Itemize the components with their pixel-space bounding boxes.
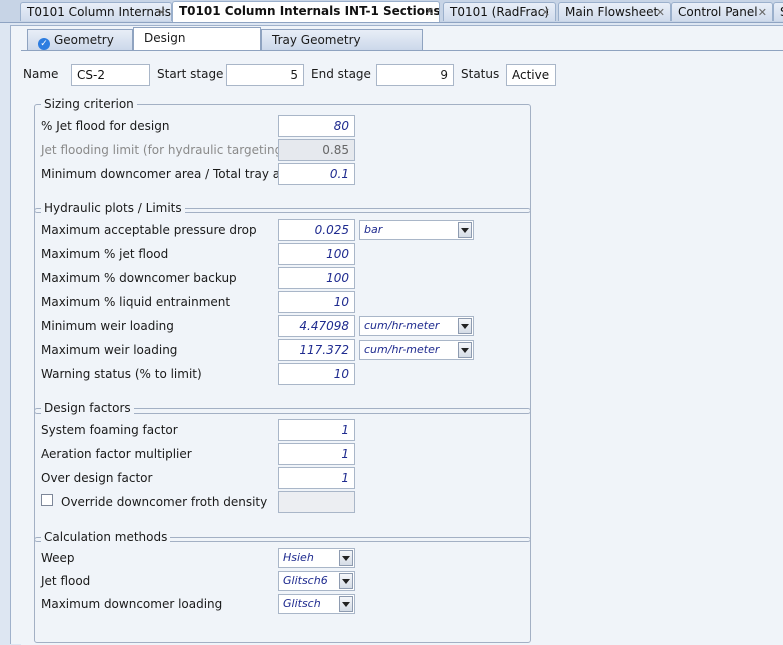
aeration-factor-field[interactable]: 1 bbox=[278, 443, 355, 465]
over-design-factor-field[interactable]: 1 bbox=[278, 467, 355, 489]
document-tab-bar: T0101 Column Internals ✕ T0101 Column In… bbox=[0, 0, 783, 23]
chevron-down-icon[interactable] bbox=[339, 596, 353, 612]
weep-label: Weep bbox=[41, 551, 75, 565]
tab-geometry[interactable]: ✓ Geometry bbox=[27, 29, 133, 51]
min-weir-loading-unit-select[interactable]: cum/hr-meter bbox=[359, 316, 474, 336]
tab-radfrac[interactable]: T0101 (RadFrac) ✕ bbox=[443, 2, 556, 21]
close-icon[interactable]: ✕ bbox=[758, 3, 767, 21]
min-downcomer-area-field[interactable]: 0.1 bbox=[278, 163, 355, 185]
max-downcomer-backup-field[interactable]: 100 bbox=[278, 267, 355, 289]
close-icon[interactable]: ✕ bbox=[541, 3, 550, 21]
jet-flood-method-label: Jet flood bbox=[41, 574, 91, 588]
group-title: Design factors bbox=[41, 401, 134, 415]
chevron-down-icon[interactable] bbox=[339, 550, 353, 566]
max-downcomer-backup-label: Maximum % downcomer backup bbox=[41, 271, 237, 285]
max-liquid-entrainment-field[interactable]: 10 bbox=[278, 291, 355, 313]
tab-control-panel[interactable]: Control Panel ✕ bbox=[671, 2, 773, 21]
chevron-down-icon[interactable] bbox=[458, 318, 472, 334]
select-value: Glitsch6 bbox=[283, 574, 328, 587]
tab-label: Geometry bbox=[54, 33, 114, 47]
system-foaming-factor-field[interactable]: 1 bbox=[278, 419, 355, 441]
max-jet-flood-field[interactable]: 100 bbox=[278, 243, 355, 265]
jet-flood-design-label: % Jet flood for design bbox=[41, 119, 170, 133]
status-label: Status bbox=[461, 67, 500, 81]
aeration-factor-label: Aeration factor multiplier bbox=[41, 447, 192, 461]
close-icon[interactable]: ✕ bbox=[157, 3, 166, 21]
unit-value: bar bbox=[364, 223, 383, 236]
tab-sections-cs2[interactable]: T0101 Column Internals INT-1 Sections CS… bbox=[172, 1, 440, 22]
jet-flood-design-field[interactable]: 80 bbox=[278, 115, 355, 137]
close-icon[interactable]: ✕ bbox=[425, 2, 434, 21]
pressure-drop-unit-select[interactable]: bar bbox=[359, 220, 474, 240]
design-parameters-content: Name CS-2 Start stage 5 End stage 9 Stat… bbox=[21, 50, 783, 645]
override-froth-density-checkbox[interactable] bbox=[41, 494, 53, 506]
end-stage-field[interactable]: 9 bbox=[376, 64, 454, 86]
status-field: Active bbox=[506, 64, 556, 86]
start-stage-field[interactable]: 5 bbox=[226, 64, 304, 86]
max-weir-loading-label: Maximum weir loading bbox=[41, 343, 178, 357]
over-design-factor-label: Over design factor bbox=[41, 471, 153, 485]
group-title: Sizing criterion bbox=[41, 97, 137, 111]
unit-value: cum/hr-meter bbox=[364, 343, 440, 356]
tab-tray-geometry-summary[interactable]: Tray Geometry Summary bbox=[261, 29, 423, 68]
min-weir-loading-field[interactable]: 4.47098 bbox=[278, 315, 355, 337]
tab-design-parameters[interactable]: Design Parameters bbox=[133, 27, 261, 66]
max-weir-loading-unit-select[interactable]: cum/hr-meter bbox=[359, 340, 474, 360]
tab-label: T0101 Column Internals INT-1 Sections CS… bbox=[179, 4, 440, 18]
tab-label: Main Flowsheet bbox=[565, 5, 659, 19]
warning-status-field[interactable]: 10 bbox=[278, 363, 355, 385]
start-stage-label: Start stage bbox=[157, 67, 224, 81]
tab-column-internals[interactable]: T0101 Column Internals ✕ bbox=[20, 2, 172, 21]
min-weir-loading-label: Minimum weir loading bbox=[41, 319, 174, 333]
jet-flooding-limit-field: 0.85 bbox=[278, 139, 355, 161]
form-panel: ✓ Geometry Design Parameters Tray Geometr… bbox=[10, 25, 783, 645]
jet-flooding-limit-label: Jet flooding limit (for hydraulic target… bbox=[41, 143, 287, 157]
max-downcomer-loading-label: Maximum downcomer loading bbox=[41, 597, 223, 611]
select-value: Hsieh bbox=[283, 551, 314, 564]
unit-value: cum/hr-meter bbox=[364, 319, 440, 332]
warning-status-label: Warning status (% to limit) bbox=[41, 367, 202, 381]
max-downcomer-loading-select[interactable]: Glitsch bbox=[278, 594, 355, 614]
close-icon[interactable]: ✕ bbox=[656, 3, 665, 21]
chevron-down-icon[interactable] bbox=[339, 573, 353, 589]
group-title: Calculation methods bbox=[41, 530, 171, 544]
max-weir-loading-field[interactable]: 117.372 bbox=[278, 339, 355, 361]
name-field[interactable]: CS-2 bbox=[71, 64, 150, 86]
chevron-down-icon[interactable] bbox=[458, 342, 472, 358]
override-froth-density-label: Override downcomer froth density bbox=[61, 495, 268, 509]
weep-method-select[interactable]: Hsieh bbox=[278, 548, 355, 568]
tab-label: T0101 (RadFrac) bbox=[450, 5, 550, 19]
tab-overflow[interactable]: S bbox=[773, 2, 783, 21]
max-pressure-drop-field[interactable]: 0.025 bbox=[278, 219, 355, 241]
check-icon: ✓ bbox=[38, 38, 50, 50]
tab-main-flowsheet[interactable]: Main Flowsheet ✕ bbox=[558, 2, 671, 21]
tab-label: Control Panel bbox=[678, 5, 758, 19]
system-foaming-factor-label: System foaming factor bbox=[41, 423, 178, 437]
name-label: Name bbox=[23, 67, 59, 81]
jet-flood-method-select[interactable]: Glitsch6 bbox=[278, 571, 355, 591]
tab-label: T0101 Column Internals bbox=[27, 5, 171, 19]
select-value: Glitsch bbox=[283, 597, 321, 610]
max-pressure-drop-label: Maximum acceptable pressure drop bbox=[41, 223, 257, 237]
min-downcomer-area-label: Minimum downcomer area / Total tray area bbox=[41, 167, 300, 181]
end-stage-label: End stage bbox=[311, 67, 371, 81]
max-jet-flood-label: Maximum % jet flood bbox=[41, 247, 169, 261]
max-liquid-entrainment-label: Maximum % liquid entrainment bbox=[41, 295, 231, 309]
override-froth-density-field bbox=[278, 491, 355, 513]
group-title: Hydraulic plots / Limits bbox=[41, 201, 185, 215]
chevron-down-icon[interactable] bbox=[458, 222, 472, 238]
